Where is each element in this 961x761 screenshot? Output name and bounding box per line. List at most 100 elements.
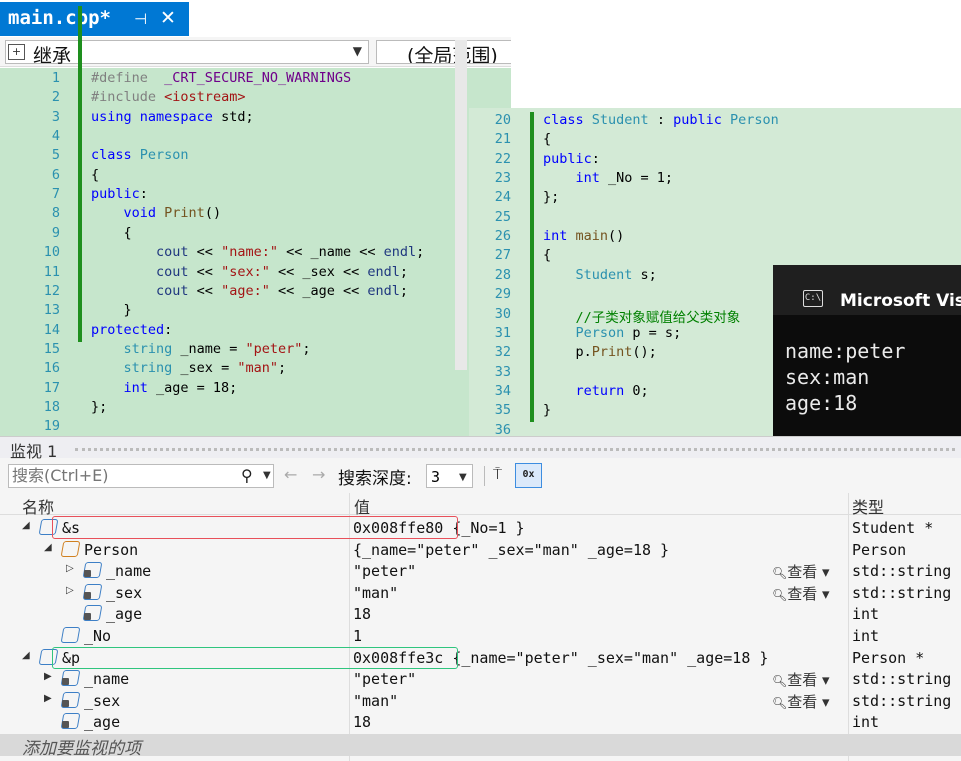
code-line: protected: (91, 321, 173, 338)
search-depth-select[interactable]: 3 ▼ (426, 464, 473, 488)
collapse-arrow-icon[interactable]: ◢ (22, 650, 30, 661)
lock-icon (62, 721, 69, 729)
lock-icon (84, 613, 91, 621)
watch-row[interactable]: ▷ _name "peter" 🔍︎查看 ▾ std::string (0, 561, 961, 583)
line-number: 8 (51, 205, 60, 222)
tab-main-cpp[interactable]: main.cpp* ⊣ ✕ (0, 2, 189, 36)
watch-type: std::string (852, 670, 952, 689)
line-number: 28 (494, 266, 511, 283)
watch-name: _name (106, 562, 152, 581)
view-button-label: 查看 (787, 584, 818, 603)
expand-arrow-icon[interactable]: ▶ (44, 693, 52, 704)
expand-arrow-icon[interactable]: ▶ (44, 671, 52, 682)
terminal-icon: C:\ (803, 290, 823, 307)
watch-value[interactable]: "man" (353, 584, 398, 602)
scope-dropdown-label: (全局范围) (407, 45, 498, 64)
hex-display-icon[interactable]: 0x (515, 463, 542, 488)
chevron-down-icon[interactable]: ▼ (353, 44, 362, 58)
code-line: int _No = 1; (575, 170, 674, 187)
magnifier-icon: 🔍︎ (772, 695, 788, 710)
search-depth-label: 搜索深度: (338, 469, 412, 489)
watch-row[interactable]: ◢ Person {_name="peter" _sex="man" _age=18… (0, 540, 961, 562)
code-line: class Person (91, 147, 189, 164)
console-window[interactable]: C:\ Microsoft Visu name:peter sex:man ag… (773, 265, 961, 436)
change-indicator-bar (78, 6, 82, 342)
pin-icon[interactable]: ⊣ (134, 10, 147, 28)
expand-arrow-icon[interactable]: ▷ (66, 585, 74, 596)
watch-value[interactable]: "peter" (353, 562, 416, 580)
close-icon[interactable]: ✕ (160, 7, 176, 29)
watch-name: Person (84, 540, 139, 559)
collapse-arrow-icon[interactable]: ◢ (44, 542, 52, 553)
forward-arrow-icon[interactable]: → (312, 465, 325, 484)
code-line: void Print() (123, 205, 222, 222)
code-line: }; (91, 398, 108, 415)
watch-value[interactable]: 1 (353, 627, 362, 645)
line-number: 1 (51, 70, 60, 86)
watch-row[interactable]: _age 18 int (0, 604, 961, 626)
code-line: p.Print(); (543, 344, 657, 361)
line-number: 5 (51, 147, 60, 164)
view-button[interactable]: 🔍︎查看 ▾ (772, 583, 830, 604)
code-line: { (91, 224, 132, 241)
code-line: #define _CRT_SECURE_NO_WARNINGS (91, 70, 352, 86)
watch-row[interactable]: ▷ _sex "man" 🔍︎查看 ▾ std::string (0, 583, 961, 605)
search-input[interactable] (12, 466, 232, 485)
watch-type: Student * (852, 519, 934, 537)
navigation-bar: + 继承 ▼ (全局范围) (0, 37, 516, 67)
chevron-down-icon[interactable]: ▾ (817, 671, 830, 689)
code-line: } (543, 402, 552, 419)
column-header-value[interactable]: 值 (354, 494, 370, 518)
code-line: Person p = s; (575, 324, 682, 341)
chevron-down-icon[interactable]: ▾ (817, 693, 830, 711)
search-icon[interactable]: ⚲ (241, 466, 253, 485)
collapse-arrow-icon[interactable]: ◢ (22, 520, 30, 531)
view-button[interactable]: 🔍︎查看 ▾ (772, 669, 830, 690)
vertical-scrollbar[interactable] (455, 40, 467, 370)
watch-row[interactable]: _age 18 int (0, 712, 961, 734)
chevron-down-icon[interactable]: ▼ (263, 470, 271, 481)
watch-row[interactable]: ▶ _name "peter" 🔍︎查看 ▾ std::string (0, 669, 961, 691)
pin-icon[interactable]: ⍑ (493, 465, 502, 483)
code-line: cout << "name:" << _name << endl; (156, 244, 425, 261)
view-button[interactable]: 🔍︎查看 ▾ (772, 691, 830, 712)
code-line: }; (543, 189, 560, 206)
scope-dropdown[interactable]: (全局范围) (376, 40, 516, 64)
watch-value[interactable]: "man" (353, 692, 398, 710)
line-number: 9 (51, 224, 60, 241)
search-box[interactable]: ⚲ ▼ (8, 464, 274, 488)
line-number: 21 (494, 131, 511, 148)
chevron-down-icon[interactable]: ▼ (459, 472, 467, 483)
add-watch-row[interactable]: 添加要监视的项 (0, 734, 961, 759)
code-line: Student s; (575, 266, 657, 283)
watch-row[interactable]: _No 1 int (0, 626, 961, 648)
back-arrow-icon[interactable]: ← (284, 465, 297, 484)
code-editor-left[interactable]: 1 #define _CRT_SECURE_NO_WARNINGS 2 #includ… (0, 68, 511, 436)
watch-value[interactable]: 18 (353, 605, 371, 623)
console-title-bar[interactable]: C:\ Microsoft Visu (773, 265, 961, 315)
project-dropdown[interactable]: + 继承 ▼ (5, 40, 369, 67)
watch-row[interactable]: ▶ _sex "man" 🔍︎查看 ▾ std::string (0, 691, 961, 713)
magnifier-icon: 🔍︎ (772, 587, 788, 602)
line-number: 3 (51, 108, 60, 125)
column-header-name[interactable]: 名称 (22, 494, 54, 518)
tab-title: main.cpp* (8, 7, 111, 29)
expand-arrow-icon[interactable]: ▷ (66, 563, 74, 574)
watch-value[interactable]: {_name="peter" _sex="man" _age=18 } (353, 541, 669, 559)
code-line: } (91, 302, 132, 319)
watch-type: int (852, 627, 880, 645)
drag-handle[interactable] (75, 448, 955, 451)
line-number: 22 (494, 150, 511, 167)
watch-value[interactable]: "peter" (353, 670, 416, 688)
code-line: return 0; (575, 382, 649, 399)
column-header-type[interactable]: 类型 (852, 494, 884, 518)
view-button[interactable]: 🔍︎查看 ▾ (772, 561, 830, 582)
watch-type: std::string (852, 562, 952, 581)
chevron-down-icon[interactable]: ▾ (817, 585, 830, 603)
code-line: { (543, 247, 552, 264)
code-line: int main() (543, 228, 625, 245)
line-number: 29 (494, 286, 511, 303)
watch-value[interactable]: 18 (353, 713, 371, 731)
chevron-down-icon[interactable]: ▾ (817, 563, 830, 581)
code-line: #include <iostream> (91, 89, 246, 106)
